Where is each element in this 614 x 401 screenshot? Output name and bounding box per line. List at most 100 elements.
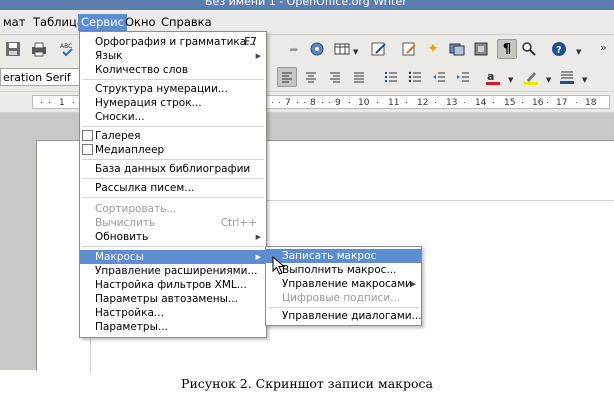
menu-item-spelling[interactable]: Орфография и грамматика... F7 xyxy=(80,35,266,49)
menu-item-calculate[interactable]: Вычислить Ctrl++ xyxy=(80,216,266,230)
align-left-icon[interactable] xyxy=(277,67,297,87)
menu-item-label: Структура нумерации... xyxy=(95,83,228,95)
menu-item-label: Настройка... xyxy=(95,307,164,319)
mouse-cursor-icon xyxy=(272,256,286,275)
menu-item-run-macro[interactable]: Выполнить макрос... xyxy=(266,263,421,277)
menu-separator xyxy=(82,79,264,80)
floppy-icon[interactable] xyxy=(4,40,22,58)
numbering-icon[interactable] xyxy=(382,68,400,86)
bullets-icon[interactable] xyxy=(406,68,424,86)
svg-text:ABC: ABC xyxy=(60,43,72,50)
menu-item-line-numbering[interactable]: Нумерация строк... xyxy=(80,96,266,110)
printer-icon[interactable] xyxy=(30,40,48,58)
font-color-icon[interactable]: a xyxy=(484,68,502,86)
menu-item-shortcut: Ctrl++ xyxy=(220,217,257,229)
menu-item-shortcut: F7 xyxy=(244,36,257,48)
menu-service[interactable]: Сервис xyxy=(78,14,127,31)
menu-item-sort[interactable]: Сортировать... xyxy=(80,202,266,216)
menu-item-label: Записать макрос xyxy=(282,250,377,262)
menu-item-update[interactable]: Обновить ▶ xyxy=(80,230,266,244)
table-icon[interactable] xyxy=(333,40,351,58)
title-bar: Без имени 1 - OpenOffice.org Writer xyxy=(0,0,614,10)
star-icon[interactable]: ✦ xyxy=(424,40,442,58)
menu-item-label: Параметры... xyxy=(95,321,168,333)
svg-text:a: a xyxy=(487,70,494,83)
menu-item-language[interactable]: Язык ▶ xyxy=(80,49,266,63)
menu-item-autocorrect[interactable]: Параметры автозамены... xyxy=(80,292,266,306)
menu-format[interactable]: мат xyxy=(0,14,28,31)
menu-item-label: Макросы xyxy=(95,251,144,263)
zoom-icon[interactable] xyxy=(520,40,538,58)
checkbox-icon xyxy=(82,144,93,155)
menu-item-organize-macros[interactable]: Управление макросами ▶ xyxy=(266,277,421,291)
submenu-arrow-icon: ▶ xyxy=(410,280,416,288)
help-icon[interactable]: ? xyxy=(550,40,568,58)
menu-item-label: Управление расширениями... xyxy=(95,265,258,277)
menu-item-label: Галерея xyxy=(95,130,141,142)
align-right-icon[interactable] xyxy=(326,68,344,86)
menu-item-record-macro[interactable]: Записать макрос xyxy=(266,249,421,263)
decrease-indent-icon[interactable] xyxy=(430,68,448,86)
submenu-arrow-icon: ▶ xyxy=(255,52,261,60)
menu-item-label: Медиаплеер xyxy=(95,144,165,156)
align-center-icon[interactable] xyxy=(302,68,320,86)
menu-separator xyxy=(268,307,419,308)
figure-caption: Рисунок 2. Скриншот записи макроса xyxy=(181,376,433,391)
menu-help[interactable]: Справка xyxy=(158,14,215,31)
submenu-arrow-icon: ▶ xyxy=(255,233,261,241)
checkbox-icon xyxy=(82,130,93,141)
submenu-arrow-icon: ▶ xyxy=(255,253,261,261)
menu-item-label: Сноски... xyxy=(95,111,145,123)
menu-item-bibliography[interactable]: База данных библиографии xyxy=(80,162,266,176)
menu-item-extension-manager[interactable]: Управление расширениями... xyxy=(80,264,266,278)
menu-item-label: Цифровые подписи... xyxy=(282,292,401,304)
menu-item-footnotes[interactable]: Сноски... xyxy=(80,110,266,124)
menu-item-options[interactable]: Параметры... xyxy=(80,320,266,334)
menu-item-gallery[interactable]: Галерея xyxy=(80,129,266,143)
menu-item-label: Орфография и грамматика... xyxy=(95,36,257,48)
menu-item-outline-numbering[interactable]: Структура нумерации... xyxy=(80,82,266,96)
menu-item-label: Настройка фильтров XML... xyxy=(95,279,247,291)
draw-icon[interactable] xyxy=(370,40,388,58)
highlight-icon[interactable] xyxy=(522,68,540,86)
menu-item-digital-signature[interactable]: Цифровые подписи... xyxy=(266,291,421,305)
menu-item-label: Управление макросами xyxy=(282,278,412,290)
menu-item-label: Сортировать... xyxy=(95,203,177,215)
service-menu: Орфография и грамматика... F7 Язык ▶ Кол… xyxy=(79,31,267,338)
menu-item-label: Обновить xyxy=(95,231,149,243)
menu-item-customize[interactable]: Настройка... xyxy=(80,306,266,320)
menu-item-macros[interactable]: Макросы ▶ xyxy=(80,250,266,264)
font-name-box[interactable]: eration Serif xyxy=(0,68,80,86)
edit-icon[interactable] xyxy=(400,40,418,58)
menu-window[interactable]: Окно xyxy=(122,14,159,31)
menu-item-mail-merge[interactable]: Рассылка писем... xyxy=(80,181,266,195)
menu-item-label: Параметры автозамены... xyxy=(95,293,238,305)
macros-submenu: Записать макрос Выполнить макрос... Упра… xyxy=(265,246,422,326)
menu-item-label: Выполнить макрос... xyxy=(282,264,397,276)
menu-item-organize-dialogs[interactable]: Управление диалогами... xyxy=(266,309,422,323)
menu-separator xyxy=(82,246,264,247)
formatting-marks-icon[interactable]: ¶ xyxy=(497,39,517,59)
navigator-icon[interactable] xyxy=(308,40,326,58)
menu-item-label: Язык xyxy=(95,50,123,62)
datasource-icon[interactable] xyxy=(472,40,490,58)
svg-text:?: ? xyxy=(556,45,562,56)
background-color-icon[interactable] xyxy=(558,68,576,86)
justify-icon[interactable] xyxy=(350,68,368,86)
spellcheck-icon[interactable]: ABC xyxy=(58,40,76,58)
menu-item-label: База данных библиографии xyxy=(95,163,251,175)
menu-item-xml-filter[interactable]: Настройка фильтров XML... xyxy=(80,278,266,292)
menu-item-label: Управление диалогами... xyxy=(282,310,422,322)
menu-separator xyxy=(82,197,264,198)
menu-item-label: Вычислить xyxy=(95,217,156,229)
menu-separator xyxy=(82,159,264,160)
gallery-icon[interactable] xyxy=(448,40,466,58)
menu-item-media-player[interactable]: Медиаплеер xyxy=(80,143,266,157)
increase-indent-icon[interactable] xyxy=(454,68,472,86)
menu-separator xyxy=(82,178,264,179)
window-title: Без имени 1 - OpenOffice.org Writer xyxy=(205,0,407,8)
menu-item-word-count[interactable]: Количество слов xyxy=(80,63,266,77)
menu-item-label: Нумерация строк... xyxy=(95,97,202,109)
redo-icon[interactable]: ➦ xyxy=(285,40,303,58)
menu-item-label: Рассылка писем... xyxy=(95,182,195,194)
